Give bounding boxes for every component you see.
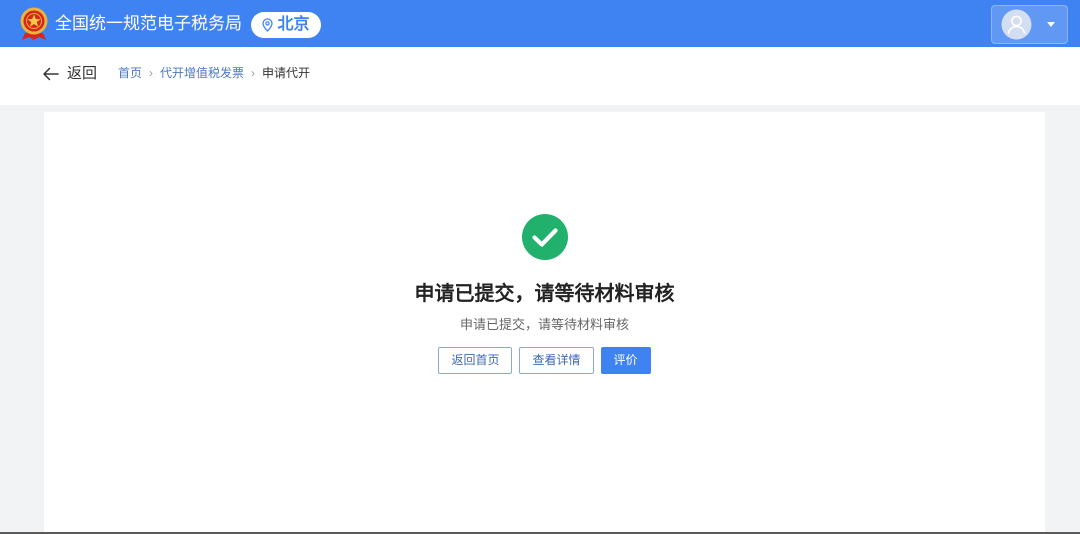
site-title: 全国统一规范电子税务局 (55, 14, 242, 33)
caret-down-icon (1047, 22, 1055, 27)
breadcrumb-separator: › (251, 66, 256, 80)
view-details-button[interactable]: 查看详情 (519, 347, 594, 374)
breadcrumb-item-home[interactable]: 首页 (118, 65, 142, 81)
location-pin-icon (262, 18, 274, 32)
breadcrumb-item-vat-invoice[interactable]: 代开增值税发票 (160, 65, 244, 81)
top-header: 全国统一规范电子税务局 北京 (0, 0, 1080, 47)
rate-button[interactable]: 评价 (600, 347, 651, 374)
location-label: 北京 (277, 16, 310, 33)
user-menu-button[interactable] (991, 5, 1068, 44)
sub-navigation-bar: 返回 首页 › 代开增值税发票 › 申请代开 (0, 47, 1080, 105)
back-home-button[interactable]: 返回首页 (438, 347, 513, 374)
success-check-icon (521, 214, 568, 260)
breadcrumb: 首页 › 代开增值税发票 › 申请代开 (118, 65, 310, 81)
back-label: 返回 (67, 65, 98, 82)
avatar-icon (1001, 9, 1032, 40)
result-panel: 申请已提交，请等待材料审核 申请已提交，请等待材料审核 返回首页 查看详情 评价 (44, 214, 1045, 374)
breadcrumb-item-current: 申请代开 (262, 66, 311, 80)
result-subtitle: 申请已提交，请等待材料审核 (459, 317, 629, 332)
arrow-left-icon (43, 67, 59, 81)
page: 全国统一规范电子税务局 北京 返回 首页 › 代开增值税发票 › 申请代开 申请… (0, 0, 1080, 534)
result-title: 申请已提交，请等待材料审核 (414, 283, 675, 305)
tax-emblem-icon (19, 6, 49, 42)
breadcrumb-separator: › (149, 66, 154, 80)
back-button[interactable]: 返回 (42, 62, 97, 86)
result-actions: 返回首页 查看详情 评价 (438, 347, 651, 374)
location-selector[interactable]: 北京 (251, 12, 321, 38)
result-card: 申请已提交，请等待材料审核 申请已提交，请等待材料审核 返回首页 查看详情 评价 (44, 112, 1045, 534)
